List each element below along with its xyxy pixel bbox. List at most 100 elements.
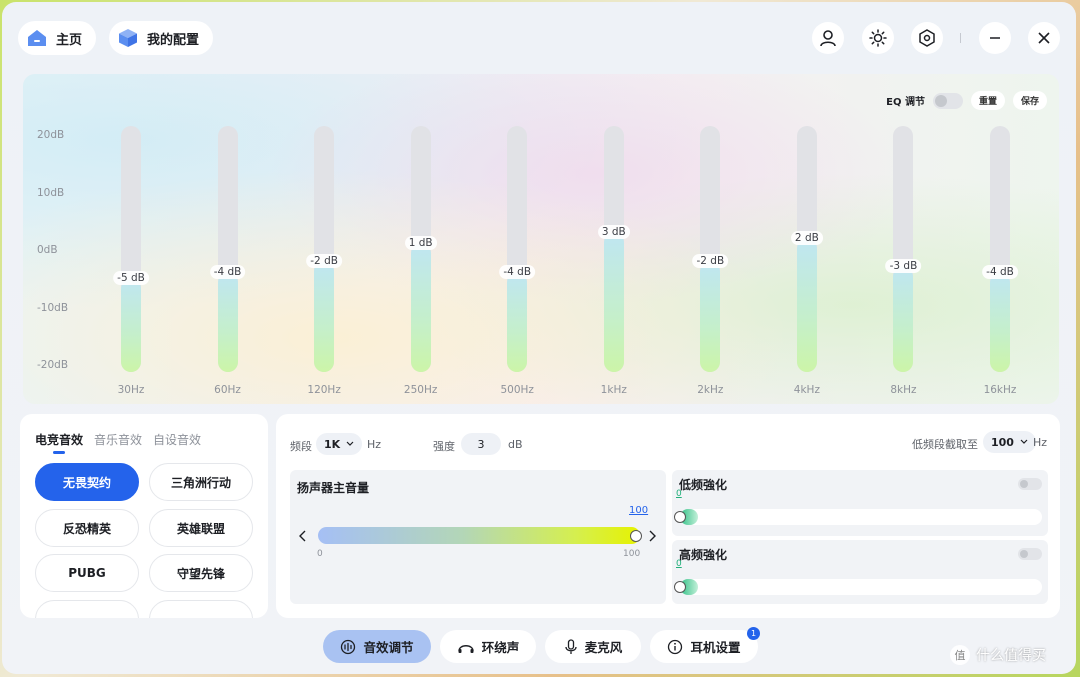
- equalizer-icon: [341, 639, 356, 654]
- eq-band-slider[interactable]: 1 dB: [404, 126, 437, 372]
- preset-pubg[interactable]: PUBG: [35, 554, 139, 592]
- preset-lol[interactable]: 英雄联盟: [149, 509, 253, 547]
- eq-band-value-label: 1 dB: [404, 236, 437, 251]
- x-tick-label: 4kHz: [793, 384, 820, 396]
- tab-mic[interactable]: 麦克风: [545, 630, 641, 663]
- tab-headset-settings[interactable]: 耳机设置: [650, 630, 758, 663]
- eq-band-slider[interactable]: -4 dB: [499, 126, 536, 372]
- band-select[interactable]: 1K: [316, 433, 363, 455]
- preset-delta-force[interactable]: 三角洲行动: [149, 463, 253, 501]
- tab-surround-label: 环绕声: [481, 640, 520, 655]
- eq-panel: EQ 调节 重置 保存 20dB 10dB 0dB -10dB -20dB -5 dB 30…: [23, 74, 1059, 404]
- x-tick-label: 1kHz: [600, 384, 627, 396]
- home-button[interactable]: 主页: [18, 21, 97, 55]
- preset-cs[interactable]: 反恐精英: [35, 509, 139, 547]
- tab-custom[interactable]: 自设音效: [153, 431, 201, 448]
- treble-slider[interactable]: [680, 579, 1042, 595]
- headphones-icon: [458, 644, 474, 653]
- app-window: 主页 我的配置 EQ 调节 重置 保存 20dB 10dB 0dB -10dB -20d…: [2, 2, 1076, 674]
- speaker-slider-handle[interactable]: [630, 530, 642, 542]
- toolbar-divider: [960, 33, 961, 43]
- tab-surround[interactable]: 环绕声: [440, 630, 536, 663]
- watermark-text: 什么值得买: [976, 648, 1046, 664]
- microphone-icon: [565, 638, 577, 654]
- band-value: 1K: [324, 437, 341, 451]
- bass-value: 0: [676, 489, 682, 499]
- settings-button[interactable]: [911, 22, 943, 54]
- y-tick-label: 10dB: [37, 186, 65, 199]
- control-panel: 频段 1K Hz 强度 3 dB 低频段截取至 100 Hz 扬声器主音量 10…: [276, 414, 1060, 618]
- home-label: 主页: [56, 32, 83, 48]
- band-unit: Hz: [367, 438, 382, 451]
- eq-band-bar: [410, 244, 431, 372]
- eq-band-bar: [507, 273, 528, 372]
- eq-band-slider[interactable]: -2 dB: [692, 126, 729, 372]
- tab-sound-effects[interactable]: 音效调节: [323, 630, 431, 663]
- user-button[interactable]: [812, 22, 844, 54]
- treble-toggle[interactable]: [1018, 548, 1042, 560]
- preset-more-1[interactable]: [35, 600, 139, 618]
- eq-band-value-label: -3 dB: [885, 259, 922, 274]
- eq-band-slider[interactable]: -2 dB: [306, 126, 342, 372]
- eq-band-slider[interactable]: -4 dB: [209, 126, 246, 372]
- lowcut-label: 低频段截取至: [912, 438, 978, 451]
- tab-esports[interactable]: 电竞音效: [35, 431, 83, 454]
- treble-slider-handle[interactable]: [674, 581, 686, 593]
- eq-band-slider[interactable]: -3 dB: [885, 126, 922, 372]
- my-config-button[interactable]: 我的配置: [109, 21, 214, 55]
- eq-band-slider[interactable]: 2 dB: [790, 126, 823, 372]
- lowcut-select[interactable]: 100: [983, 431, 1036, 453]
- y-tick-label: 20dB: [37, 129, 65, 141]
- eq-band-slider[interactable]: 3 dB: [597, 126, 630, 372]
- chevron-down-icon: [346, 441, 354, 446]
- eq-band-value-label: 3 dB: [597, 224, 630, 239]
- gain-label: 强度: [433, 440, 455, 453]
- my-config-label: 我的配置: [147, 32, 200, 48]
- eq-save-button[interactable]: 保存: [1012, 91, 1047, 110]
- speaker-value: 100: [629, 505, 649, 516]
- y-tick-label: 0dB: [37, 244, 58, 256]
- close-button[interactable]: [1028, 22, 1060, 54]
- minimize-icon: [990, 37, 1000, 39]
- eq-reset-button[interactable]: 重置: [970, 91, 1005, 110]
- watermark: 值 什么值得买: [950, 645, 1046, 665]
- preset-valorant[interactable]: 无畏契约: [35, 463, 139, 501]
- chevron-left-icon[interactable]: [298, 530, 308, 542]
- lowcut-value: 100: [991, 435, 1014, 449]
- preset-more-2[interactable]: [149, 600, 253, 618]
- eq-band-value-label: -4 dB: [499, 265, 536, 279]
- x-tick-label: 2kHz: [697, 384, 724, 396]
- eq-band-bar: [603, 232, 624, 372]
- speaker-volume-slider[interactable]: [318, 527, 640, 544]
- bass-slider[interactable]: [680, 509, 1042, 525]
- eq-toggle[interactable]: [932, 92, 963, 109]
- eq-band-bar: [217, 273, 238, 372]
- lowcut-unit: Hz: [1033, 436, 1048, 449]
- preset-overwatch[interactable]: 守望先锋: [149, 554, 253, 592]
- eq-band-value-label: -4 dB: [209, 265, 246, 279]
- eq-band-bar: [700, 261, 721, 372]
- eq-band-value-label: -4 dB: [982, 265, 1018, 279]
- hexagon-settings-icon: [919, 29, 935, 47]
- preset-tabs: 电竞音效 音乐音效 自设音效: [35, 431, 201, 454]
- x-tick-label: 60Hz: [214, 384, 241, 396]
- eq-band-slider[interactable]: -4 dB: [982, 126, 1018, 372]
- x-tick-label: 8kHz: [890, 384, 917, 396]
- bass-title: 低频強化: [679, 478, 728, 492]
- watermark-logo: 值: [950, 645, 970, 665]
- eq-band-bar: [893, 267, 914, 372]
- x-tick-label: 16kHz: [983, 384, 1017, 396]
- chevron-right-icon[interactable]: [647, 530, 657, 542]
- bass-slider-handle[interactable]: [674, 511, 686, 523]
- eq-band-slider[interactable]: -5 dB: [113, 126, 149, 372]
- x-tick-label: 30Hz: [117, 384, 145, 396]
- gain-unit: dB: [508, 438, 523, 451]
- gain-input[interactable]: 3: [461, 433, 501, 455]
- speaker-volume-card: 扬声器主音量 100 0 100: [290, 470, 666, 604]
- minimize-button[interactable]: [979, 22, 1011, 54]
- tab-music[interactable]: 音乐音效: [94, 431, 142, 448]
- bass-toggle[interactable]: [1018, 478, 1042, 490]
- chevron-down-icon: [1020, 439, 1028, 444]
- brightness-button[interactable]: [862, 22, 894, 54]
- home-icon: [26, 27, 48, 49]
